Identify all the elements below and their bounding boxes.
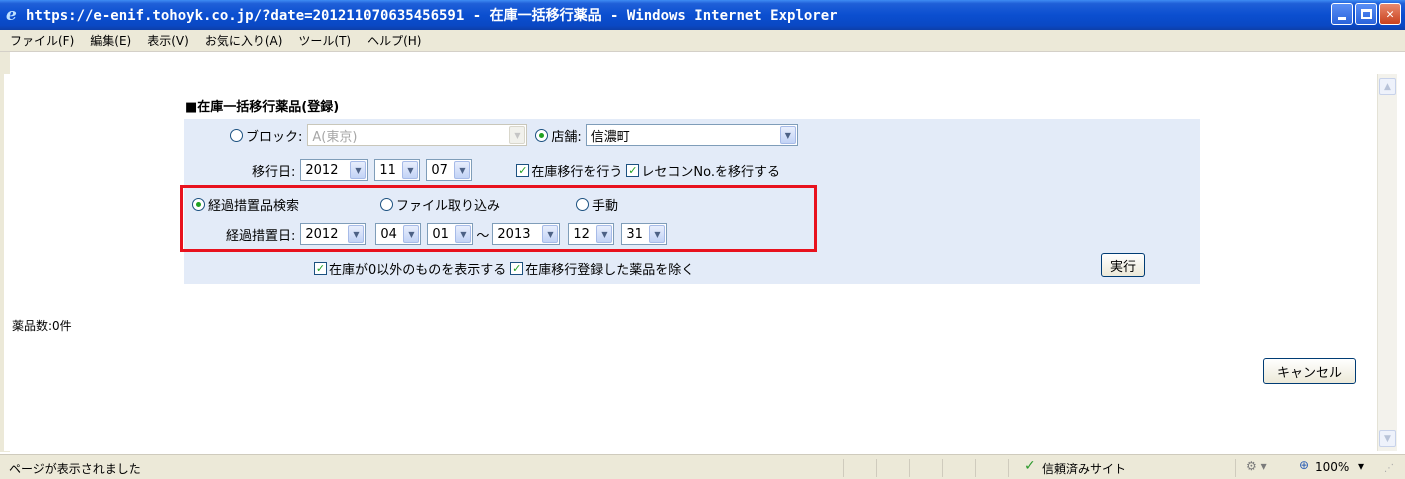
transfer-month-select[interactable]: 11 ▼ [374, 159, 421, 181]
transfer-date-label: 移行日: [252, 164, 296, 180]
store-label: 店舗: [551, 129, 582, 145]
status-separator [876, 459, 877, 477]
block-label: ブロック: [246, 129, 303, 145]
zoom-dropdown-icon[interactable]: ▾ [1358, 459, 1364, 473]
window-controls: ✕ [1331, 3, 1401, 25]
minimize-button[interactable] [1331, 3, 1353, 25]
window-title: https://e-enif.tohoyk.co.jp/?date=201211… [26, 8, 838, 24]
scroll-down-button[interactable]: ▼ [1379, 430, 1396, 447]
zoom-icon: ⊕ [1299, 458, 1310, 472]
maximize-icon [1360, 9, 1372, 19]
resize-grip-icon[interactable]: ⋰ [1384, 463, 1394, 474]
menu-view[interactable]: 表示(V) [147, 32, 189, 49]
vertical-scrollbar[interactable]: ▲ ▼ [1377, 74, 1397, 451]
block-select-value: A(東京) [312, 129, 358, 145]
close-icon: ✕ [1386, 6, 1394, 22]
execute-button[interactable]: 実行 [1101, 253, 1145, 277]
status-message: ページが表示されました [9, 462, 141, 476]
status-separator [843, 459, 844, 477]
protected-mode-icon[interactable]: ⚙ ▾ [1246, 459, 1267, 473]
transfer-receicon-checkbox[interactable]: ✓ [626, 163, 640, 177]
nonzero-stock-checkbox[interactable]: ✓ [314, 262, 327, 275]
transfer-day-select[interactable]: 07 ▼ [426, 159, 473, 181]
medicine-count: 薬品数:0件 [12, 319, 72, 333]
do-transfer-checkbox[interactable]: ✓ [516, 163, 530, 177]
block-radio[interactable] [230, 128, 243, 142]
cancel-button[interactable]: キャンセル [1263, 358, 1356, 384]
transfer-receicon-label: レセコンNo.を移行する [641, 164, 780, 180]
menu-help[interactable]: ヘルプ(H) [367, 32, 421, 49]
status-separator [942, 459, 943, 477]
nonzero-stock-label: 在庫が0以外のものを表示する [329, 263, 507, 278]
trusted-check-icon: ✓ [1024, 458, 1036, 474]
section-title: ■在庫一括移行薬品(登録) [185, 100, 340, 115]
highlight-box [180, 185, 817, 252]
minimize-icon [1338, 16, 1346, 20]
status-separator [975, 459, 976, 477]
scroll-down-icon: ▼ [1384, 433, 1391, 444]
dropdown-arrow-icon: ▼ [509, 126, 526, 144]
transfer-date-row: 移行日: 2012 ▼ 11 ▼ 07 ▼ ✓ 在庫移行を行う ✓ レセコンNo… [252, 159, 780, 181]
store-select-value: 信濃町 [590, 129, 630, 145]
block-select[interactable]: A(東京) ▼ [307, 124, 528, 146]
dropdown-arrow-icon: ▼ [454, 161, 471, 179]
menu-tools[interactable]: ツール(T) [298, 32, 351, 49]
window-title-bar: e https://e-enif.tohoyk.co.jp/?date=2012… [0, 0, 1405, 30]
dropdown-arrow-icon: ▼ [350, 161, 367, 179]
transfer-day-value: 07 [431, 162, 448, 178]
store-radio[interactable] [535, 128, 549, 142]
ie-logo-icon: e [6, 5, 17, 25]
status-separator [909, 459, 910, 477]
menu-favorites[interactable]: お気に入り(A) [205, 32, 283, 49]
scroll-up-icon: ▲ [1384, 81, 1391, 92]
status-separator [1008, 459, 1009, 477]
close-button[interactable]: ✕ [1379, 3, 1401, 25]
menu-file[interactable]: ファイル(F) [10, 32, 74, 49]
menu-edit[interactable]: 編集(E) [90, 32, 131, 49]
maximize-button[interactable] [1355, 3, 1377, 25]
store-select[interactable]: 信濃町 ▼ [585, 124, 798, 146]
exclude-registered-checkbox[interactable]: ✓ [510, 262, 524, 275]
do-transfer-label: 在庫移行を行う [531, 164, 623, 180]
dropdown-arrow-icon: ▼ [402, 161, 419, 179]
scroll-up-button[interactable]: ▲ [1379, 78, 1396, 95]
status-bar: ページが表示されました ✓ 信頼済みサイト ⚙ ▾ ⊕ 100% ▾ ⋰ [0, 454, 1405, 479]
security-zone: 信頼済みサイト [1042, 462, 1127, 476]
transfer-year-value: 2012 [305, 162, 339, 178]
transfer-month-value: 11 [379, 162, 396, 178]
exclude-registered-label: 在庫移行登録した薬品を除く [525, 263, 695, 278]
zoom-level[interactable]: 100% [1315, 460, 1349, 474]
dropdown-arrow-icon: ▼ [779, 126, 796, 144]
menu-bar: ファイル(F) 編集(E) 表示(V) お気に入り(A) ツール(T) ヘルプ(… [0, 30, 1405, 52]
status-separator [1235, 459, 1236, 477]
block-row: ブロック: A(東京) ▼ 店舗: 信濃町 ▼ [230, 124, 798, 146]
filter-row: ✓ 在庫が0以外のものを表示する ✓ 在庫移行登録した薬品を除く [314, 259, 694, 278]
transfer-year-select[interactable]: 2012 ▼ [300, 159, 369, 181]
